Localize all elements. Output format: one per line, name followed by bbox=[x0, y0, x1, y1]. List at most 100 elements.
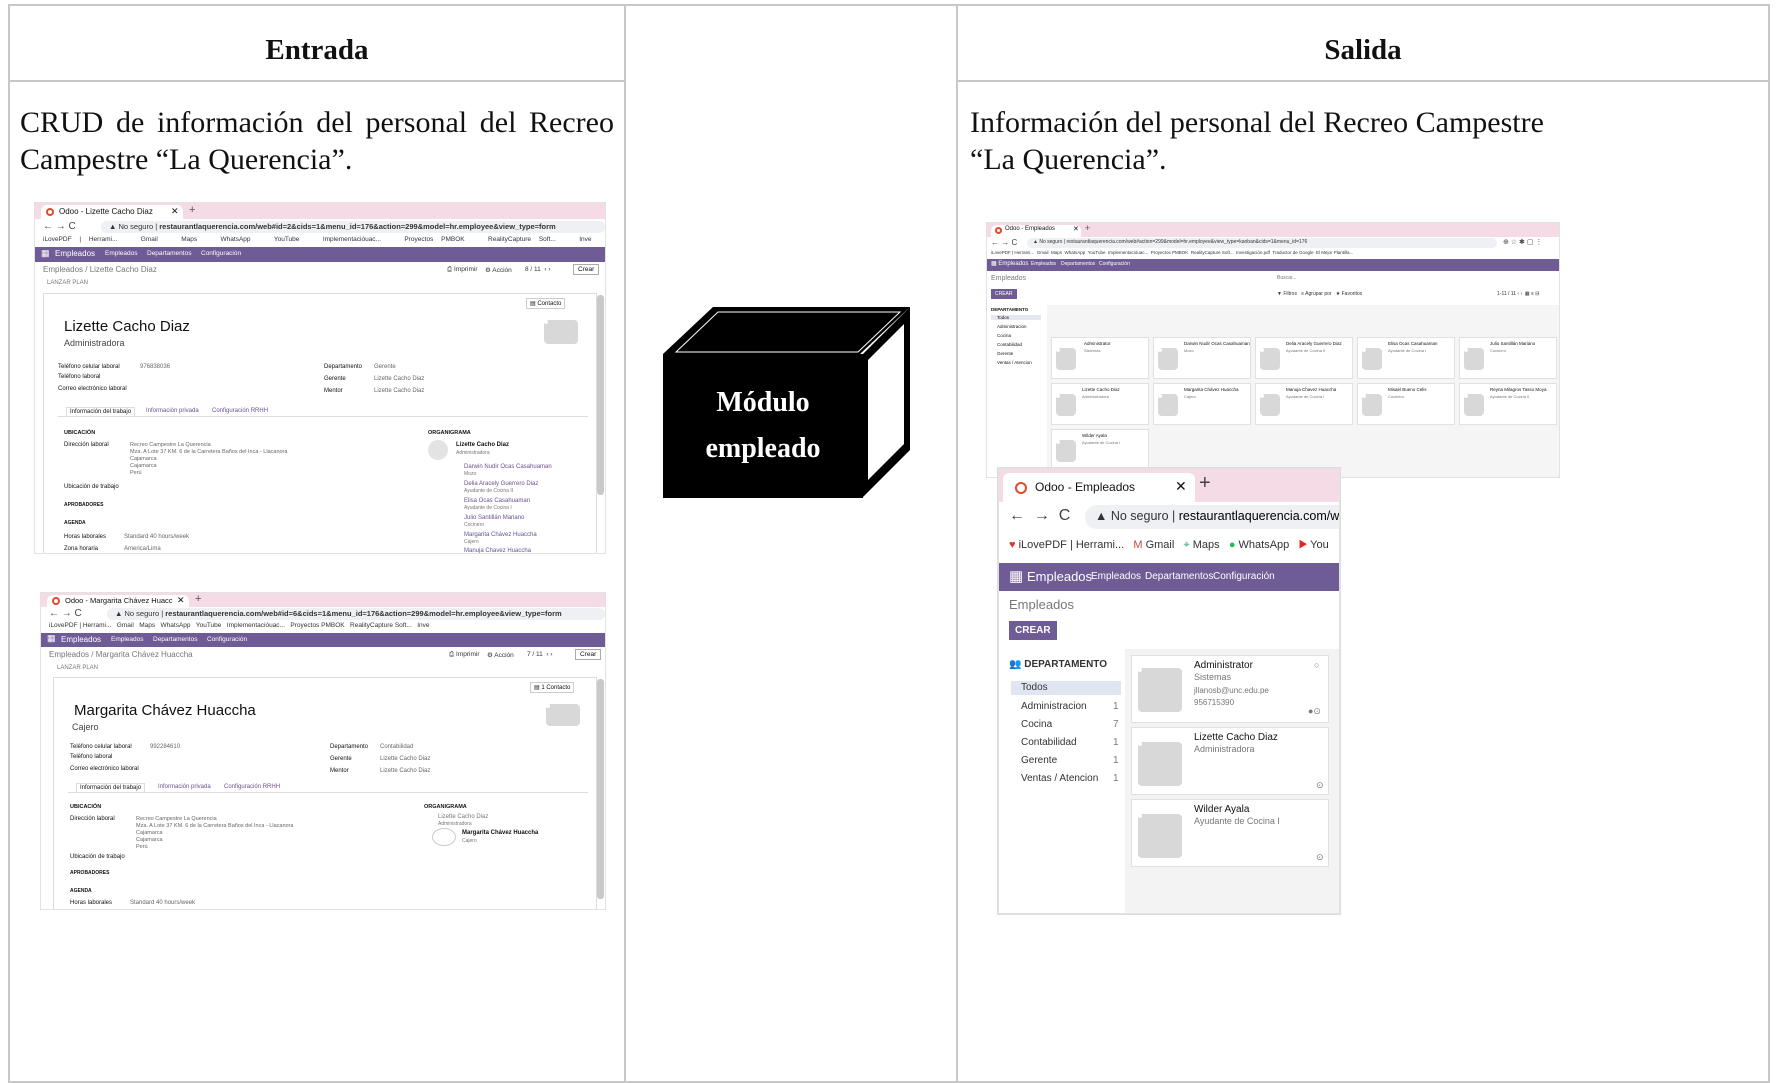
dept-item[interactable]: Cocina bbox=[1021, 719, 1052, 730]
employee-card[interactable]: Elisa Ocas Casahuaman Ayudante de Cocina … bbox=[1357, 337, 1455, 379]
org-person[interactable]: Manuja Chavez Huaccha bbox=[464, 548, 531, 553]
org-person[interactable]: Julio Santillán Mariano bbox=[464, 515, 524, 521]
tab-private-info[interactable]: Información privada bbox=[146, 408, 199, 414]
bookmark[interactable]: Maps bbox=[181, 236, 197, 243]
menu-employees[interactable]: Empleados bbox=[1031, 261, 1056, 267]
menu-departments[interactable]: Departamentos bbox=[153, 636, 197, 643]
bookmarks[interactable]: iLovePDF | Herrami... Gmail Maps WhatsAp… bbox=[49, 622, 430, 629]
scrollbar[interactable] bbox=[597, 679, 604, 899]
browser-tab[interactable]: Odoo - Empleados ✕ bbox=[991, 225, 1081, 237]
apps-grid-icon[interactable]: ▦ bbox=[41, 248, 50, 259]
department-field[interactable]: Gerente bbox=[374, 364, 396, 370]
org-person[interactable]: Lizette Cacho Diaz bbox=[456, 442, 509, 448]
employee-card[interactable]: Delia Aracely Guerrero Diaz Ayudante de C… bbox=[1255, 337, 1353, 379]
filter-bar[interactable]: ▼ Filtros ≡ Agrupar por ★ Favoritos bbox=[1277, 291, 1362, 297]
app-title[interactable]: Empleados bbox=[1027, 569, 1092, 584]
working-hours-field[interactable]: Standard 40 hours/week bbox=[124, 534, 189, 540]
employee-card[interactable]: Misael Bueno Celis Cocinero bbox=[1357, 383, 1455, 425]
close-icon[interactable]: ✕ bbox=[177, 595, 185, 606]
bookmark[interactable]: Implementacióuac... bbox=[323, 236, 381, 243]
breadcrumb[interactable]: Empleados / Margarita Chávez Huaccha bbox=[49, 650, 193, 659]
job-title[interactable]: Administradora bbox=[64, 338, 125, 348]
tab-hr-settings[interactable]: Configuración RRHH bbox=[212, 408, 268, 414]
bookmarks[interactable]: iLovePDF | Herrami... Gmail Maps WhatsAp… bbox=[43, 236, 592, 243]
menu-configuration[interactable]: Configuración bbox=[1213, 571, 1275, 582]
job-title[interactable]: Cajero bbox=[72, 722, 99, 732]
address-field[interactable]: ▲ No seguro | restaurantlaquerencia.com/… bbox=[1085, 505, 1339, 529]
org-person[interactable]: Delia Aracely Guerrero Diaz bbox=[464, 481, 538, 487]
mentor-field[interactable]: Lizette Cacho Diaz bbox=[380, 768, 430, 774]
address-field[interactable]: ▲ No seguro | restaurantlaquerencia.com/… bbox=[107, 608, 605, 620]
browser-toolbar-icons[interactable]: ⊕ ☆ ✱ ▢ ⋮ bbox=[1503, 238, 1542, 246]
employee-card[interactable]: Reyna Milagros Tasso Moya Ayudante de Coc… bbox=[1459, 383, 1557, 425]
app-title[interactable]: ▦ Empleados bbox=[991, 260, 1028, 267]
close-icon[interactable]: ✕ bbox=[171, 206, 179, 217]
menu-departments[interactable]: Departamentos bbox=[1145, 571, 1213, 582]
work-address-field[interactable]: Recreo Campestre La Querencia Mza. A Lote… bbox=[130, 442, 287, 477]
print-button[interactable]: ⎙ Imprimir bbox=[447, 266, 477, 274]
contact-button[interactable]: ▤ 1 Contacto bbox=[530, 682, 575, 693]
contact-button[interactable]: ▤ Contacto bbox=[526, 298, 566, 309]
employee-card[interactable]: Wilder Ayala Ayudante de Cocina I bbox=[1051, 429, 1149, 471]
employee-card[interactable]: Administrator Sistemas bbox=[1051, 337, 1149, 379]
tab-work-info[interactable]: Información del trabajo bbox=[66, 407, 136, 416]
bookmark[interactable]: YouTube bbox=[274, 236, 300, 243]
dept-item[interactable]: Contabilidad bbox=[997, 342, 1022, 347]
launch-plan-button[interactable]: LANZAR PLAN bbox=[47, 280, 88, 286]
dept-item[interactable]: Gerente bbox=[997, 351, 1013, 356]
create-button[interactable]: CREAR bbox=[991, 289, 1017, 299]
timezone-field[interactable]: America/Lima bbox=[124, 546, 161, 552]
employee-name[interactable]: Lizette Cacho Diaz bbox=[64, 318, 190, 335]
create-button[interactable]: Crear bbox=[573, 264, 600, 275]
dept-item[interactable]: Ventas / Atencion bbox=[1021, 773, 1098, 784]
menu-employees[interactable]: Empleados bbox=[111, 636, 144, 643]
new-tab-icon[interactable]: + bbox=[1199, 472, 1211, 495]
manager-field[interactable]: Lizette Cacho Diaz bbox=[374, 376, 424, 382]
nav-arrows-icon[interactable]: ← → C bbox=[1009, 507, 1070, 525]
mobile-phone-field[interactable]: 976838036 bbox=[140, 364, 170, 370]
apps-grid-icon[interactable]: ▦ bbox=[1009, 567, 1023, 585]
activity-icon[interactable]: ●⊙ bbox=[1308, 706, 1321, 717]
work-address-field[interactable]: Recreo Campestre La Querencia Mza. A Lote… bbox=[136, 816, 293, 851]
menu-configuration[interactable]: Configuración bbox=[207, 636, 247, 643]
breadcrumb[interactable]: Empleados / Lizette Cacho Diaz bbox=[43, 265, 157, 274]
manager-field[interactable]: Lizette Cacho Diaz bbox=[380, 756, 430, 762]
browser-tab[interactable]: Odoo - Margarita Chávez Huacc ✕ bbox=[47, 595, 189, 607]
dept-item[interactable]: Ventas / Atencion bbox=[997, 360, 1032, 365]
photo-placeholder-icon[interactable] bbox=[546, 704, 580, 726]
dept-item[interactable]: Contabilidad bbox=[1021, 737, 1077, 748]
bookmark[interactable]: WhatsApp bbox=[221, 236, 251, 243]
nav-arrows-icon[interactable]: ← → C bbox=[43, 221, 76, 232]
org-person[interactable]: Darwin Nudir Ocas Casahuaman bbox=[464, 464, 552, 470]
launch-plan-button[interactable]: LANZAR PLAN bbox=[57, 665, 98, 671]
action-button[interactable]: ⚙ Acción bbox=[485, 266, 512, 274]
employee-card[interactable]: Margarita Chávez Huaccha Cajero bbox=[1153, 383, 1251, 425]
nav-arrows-icon[interactable]: ← → C bbox=[991, 238, 1017, 247]
org-person[interactable]: Elisa Ocas Casahuaman bbox=[464, 498, 530, 504]
new-tab-icon[interactable]: + bbox=[195, 593, 201, 605]
tab-hr-settings[interactable]: Configuración RRHH bbox=[224, 784, 280, 790]
new-tab-icon[interactable]: + bbox=[189, 204, 195, 216]
create-button[interactable]: CREAR bbox=[1009, 621, 1057, 640]
bookmarks[interactable]: ♥ iLovePDF | Herrami... M Gmail ⌖ Maps ●… bbox=[1009, 539, 1329, 552]
action-button[interactable]: ⚙ Acción bbox=[487, 651, 514, 659]
bookmark[interactable]: RealityCapture Soft... bbox=[488, 236, 556, 243]
browser-tab[interactable]: Odoo - Empleados ✕ bbox=[1003, 473, 1195, 502]
menu-departments[interactable]: Departamentos bbox=[1061, 261, 1095, 267]
bookmarks[interactable]: iLovePDF | Herrami... Gmail Maps WhatsAp… bbox=[991, 250, 1353, 255]
search-input[interactable]: Buscar... bbox=[1277, 275, 1296, 281]
employee-card[interactable]: Lizette Cacho Diaz Administradora bbox=[1051, 383, 1149, 425]
org-person[interactable]: Margarita Chávez Huaccha bbox=[464, 532, 537, 538]
activity-icon[interactable]: ⊙ bbox=[1316, 780, 1324, 791]
employee-card[interactable]: Wilder Ayala Ayudante de Cocina I ⊙ bbox=[1131, 799, 1329, 867]
menu-configuration[interactable]: Configuración bbox=[1099, 261, 1130, 267]
browser-tab[interactable]: Odoo - Lizette Cacho Diaz ✕ bbox=[41, 205, 183, 219]
working-hours-field[interactable]: Standard 40 hours/week bbox=[130, 900, 195, 906]
address-field[interactable]: ▲ No seguro | restaurantlaquerencia.com/… bbox=[1027, 238, 1497, 248]
employee-card[interactable]: Lizette Cacho Diaz Administradora ⊙ bbox=[1131, 727, 1329, 795]
mentor-field[interactable]: Lizette Cacho Diaz bbox=[374, 388, 424, 394]
menu-departments[interactable]: Departamentos bbox=[147, 250, 191, 257]
photo-placeholder-icon[interactable] bbox=[544, 320, 578, 344]
tab-private-info[interactable]: Información privada bbox=[158, 784, 211, 790]
employee-card[interactable]: Julio Santillán Mariano Cocinero bbox=[1459, 337, 1557, 379]
